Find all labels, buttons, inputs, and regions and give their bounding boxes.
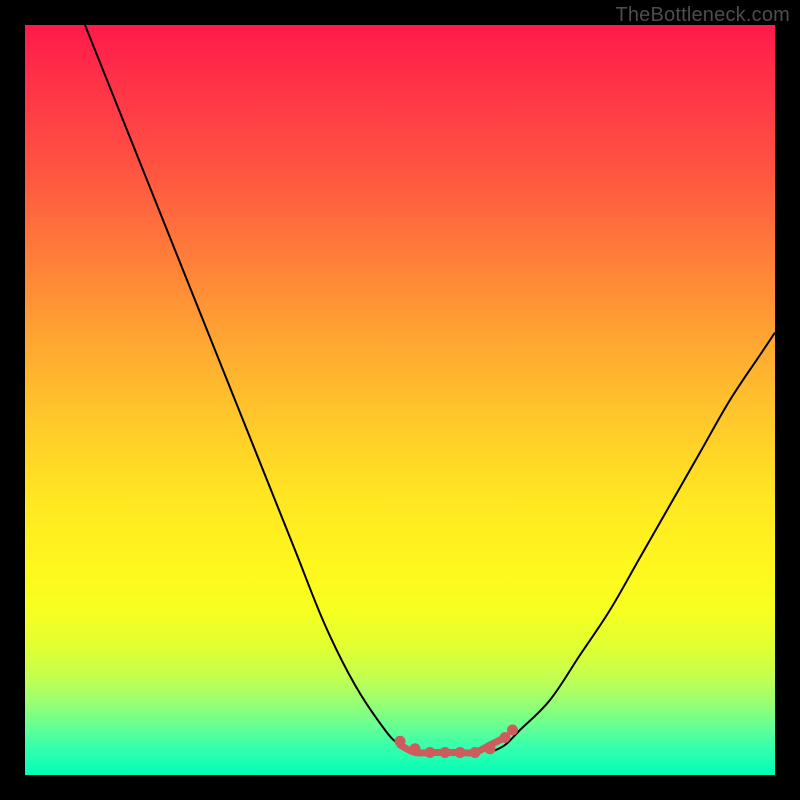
bottom-dot xyxy=(455,747,466,758)
right-curve xyxy=(490,333,775,753)
curve-layer xyxy=(25,25,775,775)
watermark-label: TheBottleneck.com xyxy=(615,4,790,27)
left-curve xyxy=(85,25,430,753)
bottom-dot xyxy=(470,747,481,758)
bottom-dot xyxy=(507,725,518,736)
bottom-dot xyxy=(485,743,496,754)
plot-area xyxy=(25,25,775,775)
chart-frame: TheBottleneck.com xyxy=(0,0,800,800)
bottom-dot xyxy=(410,743,421,754)
bottom-dot xyxy=(395,736,406,747)
bottom-dot xyxy=(425,747,436,758)
bottom-dot xyxy=(440,747,451,758)
